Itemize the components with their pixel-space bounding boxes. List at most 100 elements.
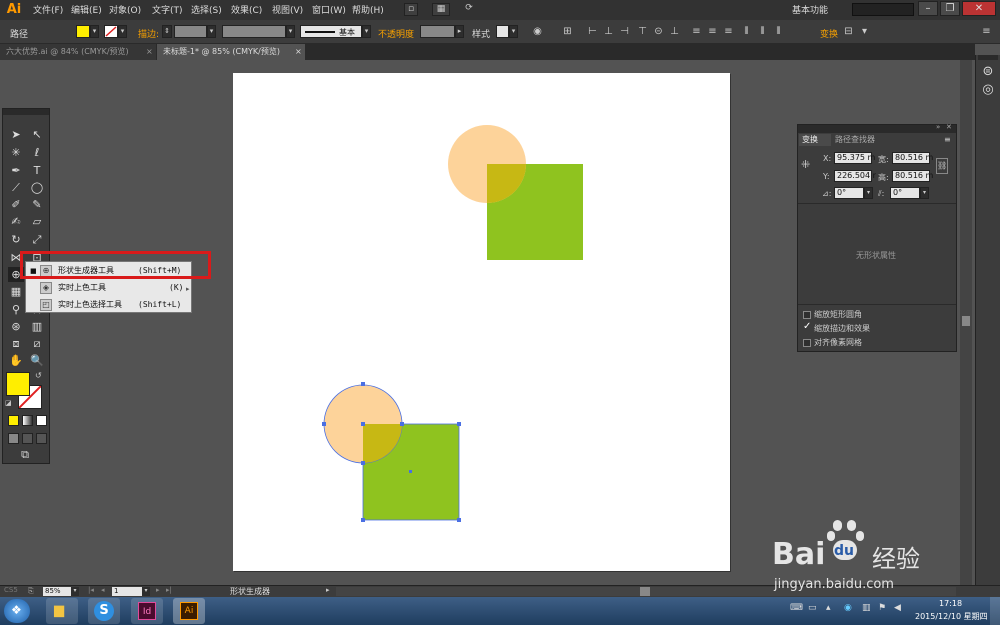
clock-date[interactable]: 2015/12/10 星期四 [915,611,988,622]
rotate-icon: ⊿: [822,189,832,198]
type-tool-icon[interactable]: T [29,163,45,178]
flyout-item-live-paint[interactable]: ◈ 实时上色工具 (K) [26,280,191,296]
flyout-tearoff-icon[interactable]: ▸ [186,285,190,293]
slice-tool-icon[interactable]: ⧄ [29,336,45,351]
folder-icon: ▆ [54,603,64,618]
taskbar-illustrator[interactable]: Ai [173,598,205,624]
tray-network-icon[interactable]: ▥ [862,603,871,613]
tray-browser-icon[interactable]: ◉ [844,603,852,613]
tab-transform[interactable]: 变换 [799,134,831,146]
artboard-tool-icon[interactable]: ⧈ [8,336,24,351]
panel-menu-icon[interactable]: ≡ [944,135,951,144]
rotate-field[interactable]: 0° [834,187,864,199]
flyout-item-live-paint-select[interactable]: ◰ 实时上色选择工具 (Shift+L) [26,297,191,313]
artboard-dropdown[interactable]: ▾ [142,587,150,596]
draw-inside-icon[interactable] [36,433,47,444]
none-mode-icon[interactable] [36,415,47,426]
paintbrush-tool-icon[interactable]: ✐ [8,197,24,212]
collapse-icon[interactable]: » [936,123,940,131]
y-field[interactable]: 226.504 r [834,170,876,182]
flyout-item-label: 实时上色选择工具 [58,300,122,309]
scale-strokes-checkbox[interactable]: ✓ [803,322,811,332]
vertical-scrollbar[interactable] [960,60,972,585]
height-field[interactable]: 80.516 m [892,170,933,182]
prev-artboard-icon[interactable]: ◂ [101,586,105,594]
shear-field[interactable]: 0° [890,187,920,199]
start-button[interactable]: ❖ [4,599,30,623]
transform-panel-grip[interactable]: » ✕ [798,123,956,133]
magic-wand-tool-icon[interactable]: ✳ [8,145,24,160]
color-mode-icon[interactable] [8,415,19,426]
rotate-tool-icon[interactable]: ↻ [8,232,24,247]
width-field[interactable]: 80.516 m [892,152,933,164]
hand-tool-icon[interactable]: ✋ [8,353,24,368]
draw-behind-icon[interactable] [22,433,33,444]
x-field[interactable]: 95.375 m [834,152,875,164]
tray-volume-icon[interactable]: ◀ [894,603,901,613]
tray-usb-icon[interactable]: ▭ [808,603,817,613]
first-artboard-icon[interactable]: |◂ [88,586,94,594]
fill-color-front[interactable] [6,372,30,396]
gradient-mode-icon[interactable] [22,415,33,426]
live-paint-selection-icon: ◰ [40,299,52,311]
windows-logo-icon: ❖ [11,603,22,617]
tab-pathfinder[interactable]: 路径查找器 [832,134,884,146]
status-doc-icon[interactable]: ⎘ [28,587,34,596]
default-colors-icon[interactable]: ◪ [5,399,12,407]
constrain-proportions-icon[interactable]: ⛓ [936,158,948,174]
taskbar-explorer[interactable]: ▆ [46,598,78,624]
symbol-sprayer-tool-icon[interactable]: ⊛ [8,319,24,334]
last-artboard-icon[interactable]: ▸| [166,586,172,594]
rotate-dropdown[interactable]: ▾ [864,187,873,199]
selection-tool-icon[interactable]: ➤ [8,127,24,142]
tray-flag-icon[interactable]: ⚑ [878,603,886,613]
tools-panel-grip[interactable] [3,109,49,115]
tray-arrow-icon[interactable]: ▴ [826,603,831,613]
vertical-scroll-thumb[interactable] [962,316,970,326]
no-shape-properties-text: 无形状属性 [856,251,896,260]
zoom-dropdown[interactable]: ▾ [71,587,79,596]
pixel-grid-label: 对齐像素网格 [814,338,862,347]
pencil-tool-icon[interactable]: ✎ [29,197,45,212]
scale-tool-icon[interactable]: ⤢ [29,232,45,247]
panel-close-icon[interactable]: ✕ [946,123,952,131]
pixel-grid-checkbox[interactable] [803,339,811,347]
panel-divider [798,304,956,305]
column-graph-tool-icon[interactable]: ▥ [29,319,45,334]
shear-icon: ⫽: [878,189,885,198]
highlight-box [20,251,211,279]
artboard-number-field[interactable]: 1 [112,587,142,596]
zoom-field[interactable]: 85% [43,587,71,596]
shear-dropdown[interactable]: ▾ [920,187,929,199]
perspective-grid-tool-icon[interactable]: ▦ [8,284,24,299]
direct-selection-tool-icon[interactable]: ↖ [29,127,45,142]
taskbar-indesign[interactable]: Id [131,598,163,624]
tray-keyboard-icon[interactable]: ⌨ [790,603,803,613]
swap-colors-icon[interactable]: ↺ [35,371,42,380]
status-menu-icon[interactable]: ▸ [326,586,330,594]
appearance-panel-icon[interactable]: ⊜ [980,64,996,79]
scale-corners-checkbox[interactable] [803,311,811,319]
taskbar-sogou[interactable]: S [88,598,120,624]
next-artboard-icon[interactable]: ▸ [156,586,160,594]
screen-mode-icon[interactable]: ⧉ [17,447,33,462]
zoom-tool-icon[interactable]: 🔍 [29,353,45,368]
blob-brush-tool-icon[interactable]: ✍ [8,214,24,229]
horizontal-scroll-thumb[interactable] [640,587,650,596]
lasso-tool-icon[interactable]: ℓ [29,145,45,160]
eraser-tool-icon[interactable]: ▱ [29,214,45,229]
panel-divider [798,203,956,204]
flyout-item-label: 实时上色工具 [58,283,106,292]
watermark-brand: Bai [772,537,826,572]
eyedropper-tool-icon[interactable]: ⚲ [8,302,24,317]
ellipse-tool-icon[interactable]: ◯ [29,180,45,195]
line-tool-icon[interactable]: ⟋ [8,180,24,195]
pen-tool-icon[interactable]: ✒ [8,163,24,178]
clock-time[interactable]: 17:18 [939,599,962,608]
graphic-styles-panel-icon[interactable]: ◎ [980,82,996,97]
show-desktop-button[interactable] [990,597,1000,625]
reference-point-icon[interactable]: ⁜ [801,158,815,172]
draw-normal-icon[interactable] [8,433,19,444]
strip-grip[interactable] [978,55,998,60]
x-label: X: [823,154,832,163]
